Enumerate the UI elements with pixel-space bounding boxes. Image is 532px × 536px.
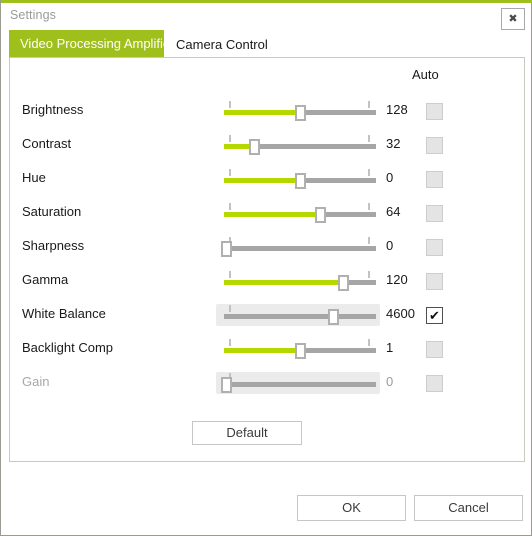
slider-tick [229,305,231,312]
slider[interactable] [216,230,380,264]
slider-row: Contrast 32 [10,128,524,162]
slider-thumb[interactable] [220,241,232,257]
slider-thumb[interactable] [314,207,326,223]
slider-row: White Balance 4600 ✔ [10,298,524,332]
auto-checkbox[interactable] [426,375,443,392]
slider-track[interactable] [224,314,376,319]
slider-tick [368,101,370,108]
auto-checkbox[interactable] [426,239,443,256]
settings-dialog: Settings ✖ Video Processing Amplifier Ca… [0,0,532,536]
slider-tick [368,203,370,210]
slider-tick [368,271,370,278]
slider[interactable] [216,332,380,366]
row-label: Gain [22,374,50,389]
slider-tick [368,169,370,176]
slider-value: 128 [386,102,408,117]
row-label: Saturation [22,204,82,219]
slider-value: 0 [386,238,394,253]
auto-checkbox[interactable] [426,137,443,154]
auto-checkbox[interactable]: ✔ [426,307,443,324]
close-icon[interactable]: ✖ [501,8,525,30]
slider-row: Brightness 128 [10,94,524,128]
slider-track[interactable] [224,382,376,387]
ok-button[interactable]: OK [297,495,406,521]
tab-camera-control[interactable]: Camera Control [164,30,280,57]
slider-thumb[interactable] [337,275,349,291]
slider-value: 64 [386,204,401,219]
row-label: Sharpness [22,238,85,253]
slider-tick [229,339,231,346]
tab-strip: Video Processing Amplifier Camera Contro… [9,30,525,57]
slider-tick [229,169,231,176]
slider-thumb[interactable] [328,309,340,325]
slider-track[interactable] [224,246,376,251]
slider[interactable] [216,128,380,162]
slider-row: Saturation 64 [10,196,524,230]
slider-fill [224,280,343,285]
title-bar: Settings ✖ [1,3,532,30]
slider-fill [224,110,300,115]
auto-checkbox[interactable] [426,273,443,290]
slider[interactable] [216,94,380,128]
slider-value: 1 [386,340,394,355]
slider-thumb[interactable] [220,377,232,393]
slider-row: Gamma 120 [10,264,524,298]
slider-tick [229,271,231,278]
slider[interactable] [216,264,380,298]
slider-fill [224,348,300,353]
slider-tick [229,135,231,142]
row-label: Brightness [22,102,84,117]
slider-thumb[interactable] [295,343,306,359]
slider-value: 32 [386,136,401,151]
auto-checkbox[interactable] [426,171,443,188]
slider-value: 4600 [386,306,415,321]
slider-row: Sharpness 0 [10,230,524,264]
slider[interactable] [216,162,380,196]
slider-thumb[interactable] [295,173,306,189]
slider-fill [224,178,300,183]
slider-thumb[interactable] [295,105,306,121]
slider-fill [224,212,320,217]
default-button[interactable]: Default [192,421,302,445]
slider-tick [368,237,370,244]
row-label: Backlight Comp [22,340,114,355]
slider[interactable] [216,366,380,400]
tab-video-processing-amplifier[interactable]: Video Processing Amplifier [9,30,186,57]
settings-panel: Auto Brightness 128 Contrast 32 Hue 0 Saturati… [9,57,525,462]
slider-value: 0 [386,374,394,389]
slider-thumb[interactable] [249,139,261,155]
row-label: Hue [22,170,46,185]
window-title: Settings [10,8,56,22]
slider-row: Gain 0 [10,366,524,400]
row-label: Gamma [22,272,69,287]
auto-checkbox[interactable] [426,103,443,120]
slider-tick [368,135,370,142]
slider-row: Backlight Comp 1 [10,332,524,366]
slider-value: 120 [386,272,408,287]
slider-tick [229,101,231,108]
cancel-button[interactable]: Cancel [414,495,523,521]
slider-tick [368,339,370,346]
slider-rows: Brightness 128 Contrast 32 Hue 0 Saturation 64 S… [10,94,524,400]
auto-column-header: Auto [412,67,439,82]
slider-value: 0 [386,170,394,185]
auto-checkbox[interactable] [426,205,443,222]
slider-tick [229,203,231,210]
row-label: White Balance [22,306,106,321]
auto-checkbox[interactable] [426,341,443,358]
slider[interactable] [216,298,380,332]
slider[interactable] [216,196,380,230]
row-label: Contrast [22,136,72,151]
slider-row: Hue 0 [10,162,524,196]
